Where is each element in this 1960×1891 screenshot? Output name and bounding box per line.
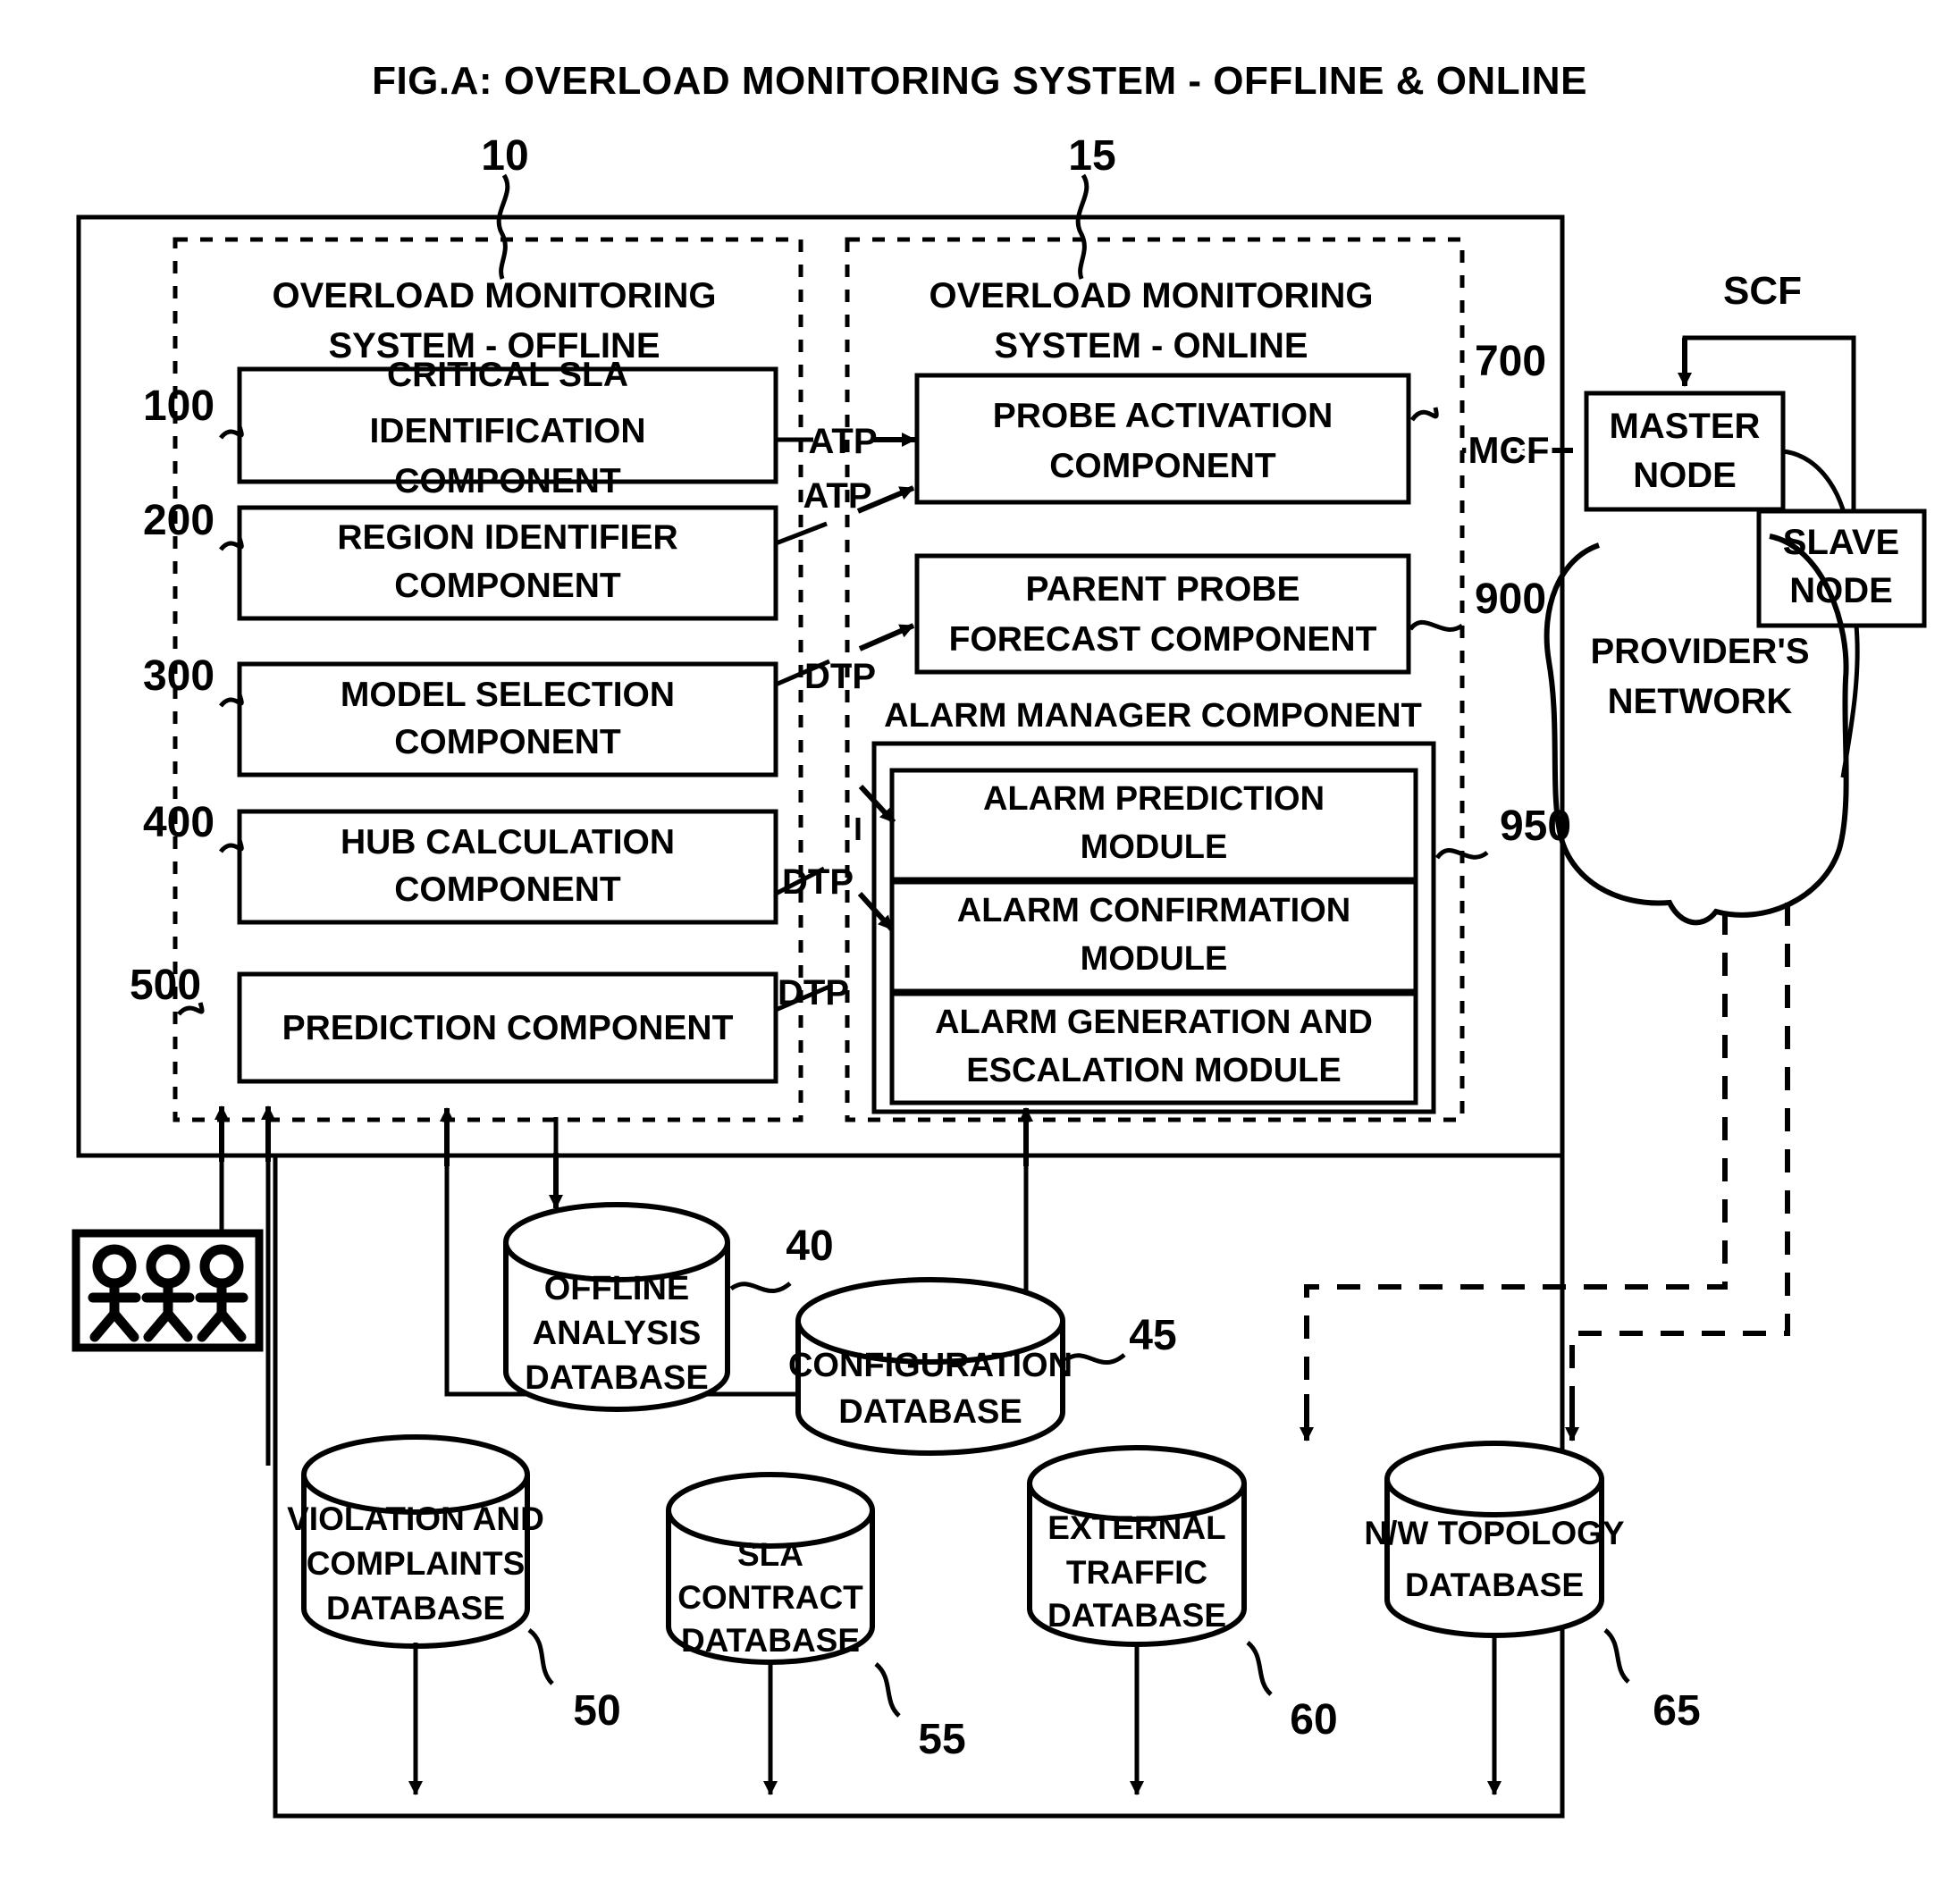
critical-sla-identification-component-line1: CRITICAL SLA [387, 356, 628, 394]
figure-title-text: FIG.A: OVERLOAD MONITORING SYSTEM - OFFL… [372, 59, 1587, 103]
ref-15-label: 15 [1068, 132, 1115, 180]
ref-10-leader [496, 173, 510, 280]
alarm-confirmation-module-line2: MODULE [1081, 940, 1228, 978]
ref-65-leader [1603, 1628, 1630, 1684]
nw-topology-database-line1: N/W TOPOLOGY [1364, 1515, 1625, 1551]
dtp-prediction-label: DTP [782, 862, 854, 902]
ref-50-label: 50 [573, 1687, 620, 1735]
ref-60-label: 60 [1290, 1696, 1337, 1744]
sla-contract-database-line1: SLA [737, 1536, 803, 1573]
region-identifier-component-line1: REGION IDENTIFIER [337, 518, 677, 557]
offline-analysis-database-line1: OFFLINE [544, 1270, 690, 1307]
critical-sla-identification-component-line2: IDENTIFICATION [369, 412, 645, 450]
alarm-prediction-module-line2: MODULE [1081, 828, 1228, 866]
hub-calculation-component-line1: HUB CALCULATION [341, 823, 675, 861]
ref-400-label: 400 [143, 799, 215, 846]
hub-calculation-component-line2: COMPONENT [394, 870, 621, 909]
alarm-generation-escalation-module-line2: ESCALATION MODULE [966, 1052, 1341, 1089]
ref-400-leader [219, 839, 244, 853]
online-heading-line2: SYSTEM - ONLINE [994, 326, 1308, 366]
ref-100-leader [219, 425, 244, 440]
alarm-confirmation-module-line1: ALARM CONFIRMATION [957, 892, 1350, 929]
diagram-svg: FIG.A: OVERLOAD MONITORING SYSTEM - OFFL… [72, 59, 1927, 1819]
ref-700-leader [1409, 407, 1439, 422]
ref-500-label: 500 [130, 962, 201, 1009]
ref-40-label: 40 [786, 1223, 833, 1270]
offline-analysis-database[interactable]: OFFLINE ANALYSIS DATABASE [503, 1202, 730, 1412]
nw-topology-database-line2: DATABASE [1405, 1567, 1584, 1603]
ref-55-label: 55 [918, 1716, 965, 1763]
critical-sla-identification-component-line3: COMPONENT [394, 462, 621, 500]
network-to-topology-dashed [1569, 903, 1790, 1437]
master-node-line1: MASTER [1610, 407, 1761, 446]
ref-200-leader [219, 537, 244, 551]
violation-complaints-database[interactable]: VIOLATION AND COMPLAINTS DATABASE [287, 1434, 544, 1649]
dtp-confirmation-label: DTP [778, 973, 849, 1013]
configuration-database-line2: DATABASE [838, 1393, 1022, 1431]
mcf-label: MCF [1468, 429, 1550, 471]
providers-network-line1: PROVIDER'S [1590, 632, 1809, 671]
dtp-parent-arrow [858, 623, 915, 651]
offline-heading-line1: OVERLOAD MONITORING [272, 276, 716, 315]
alarm-prediction-module-line1: ALARM PREDICTION [983, 780, 1325, 818]
parent-probe-forecast-component-line1: PARENT PROBE [1026, 570, 1300, 609]
prediction-component-line1: PREDICTION COMPONENT [282, 1009, 734, 1047]
ref-40-leader [729, 1282, 792, 1294]
figure-title: FIG.A: OVERLOAD MONITORING SYSTEM - OFFL… [372, 59, 1587, 103]
external-traffic-database-line1: EXTERNAL [1047, 1509, 1225, 1546]
ref-300-label: 300 [143, 652, 215, 700]
sla-contract-database[interactable]: SLA CONTRACT DATABASE [666, 1472, 875, 1665]
atp-second-label: ATP [803, 476, 871, 516]
violation-complaints-database-line1: VIOLATION AND [287, 1500, 544, 1537]
violation-complaints-database-line2: COMPLAINTS [307, 1545, 526, 1582]
external-traffic-database-line2: TRAFFIC [1066, 1554, 1207, 1591]
ref-60-leader [1246, 1641, 1273, 1696]
dtp-prediction-arrow [858, 784, 896, 825]
external-traffic-database-line3: DATABASE [1047, 1597, 1226, 1634]
ref-55-leader [874, 1662, 901, 1718]
patent-figure-canvas: FIG.A: OVERLOAD MONITORING SYSTEM - OFFL… [0, 0, 1960, 1891]
dtp-parent-label: DTP [804, 657, 876, 696]
ref-900-leader [1408, 619, 1464, 632]
region-identifier-component-line2: COMPONENT [394, 567, 621, 605]
alarm-manager-component-label: ALARM MANAGER COMPONENT [884, 697, 1422, 735]
ref-300-leader [219, 693, 244, 708]
configuration-database[interactable]: CONFIGURATION DATABASE [788, 1277, 1073, 1456]
model-selection-component-line2: COMPONENT [394, 723, 621, 761]
slave-node-line1: SLAVE [1783, 523, 1899, 562]
alarm-generation-escalation-module-line1: ALARM GENERATION AND [935, 1004, 1373, 1041]
ref-15-leader [1075, 173, 1089, 280]
ref-45-label: 45 [1129, 1312, 1176, 1359]
sla-contract-database-line2: CONTRACT [677, 1579, 863, 1616]
offline-analysis-database-line2: ANALYSIS [533, 1315, 702, 1352]
providers-network-line2: NETWORK [1608, 682, 1793, 721]
ref-700-label: 700 [1475, 338, 1546, 385]
ref-50-leader [527, 1627, 554, 1685]
probe-activation-component-line2: COMPONENT [1049, 447, 1276, 485]
slave-node-line2: NODE [1789, 571, 1893, 610]
violation-complaints-database-line3: DATABASE [326, 1590, 505, 1626]
atp-top-label: ATP [808, 422, 877, 461]
nw-topology-database[interactable]: N/W TOPOLOGY DATABASE [1364, 1441, 1625, 1638]
parent-probe-forecast-component-line2: FORECAST COMPONENT [949, 620, 1377, 659]
ref-65-label: 65 [1653, 1687, 1700, 1735]
offline-analysis-database-line3: DATABASE [525, 1359, 708, 1397]
scf-label: SCF [1723, 269, 1802, 313]
online-heading-line1: OVERLOAD MONITORING [929, 276, 1373, 315]
sla-contract-database-line3: DATABASE [681, 1622, 860, 1659]
model-selection-component-line1: MODEL SELECTION [341, 676, 675, 714]
master-node-line2: NODE [1633, 456, 1737, 495]
ref-45-leader [1064, 1353, 1126, 1366]
probe-activation-component-line1: PROBE ACTIVATION [993, 397, 1333, 435]
ref-200-label: 200 [143, 497, 215, 544]
ref-100-label: 100 [143, 382, 215, 430]
online-group-boundary [845, 237, 1465, 1122]
external-traffic-database[interactable]: EXTERNAL TRAFFIC DATABASE [1027, 1445, 1247, 1647]
ref-10-label: 10 [481, 132, 528, 180]
ref-900-label: 900 [1475, 576, 1546, 623]
configuration-database-line1: CONFIGURATION [788, 1347, 1073, 1384]
